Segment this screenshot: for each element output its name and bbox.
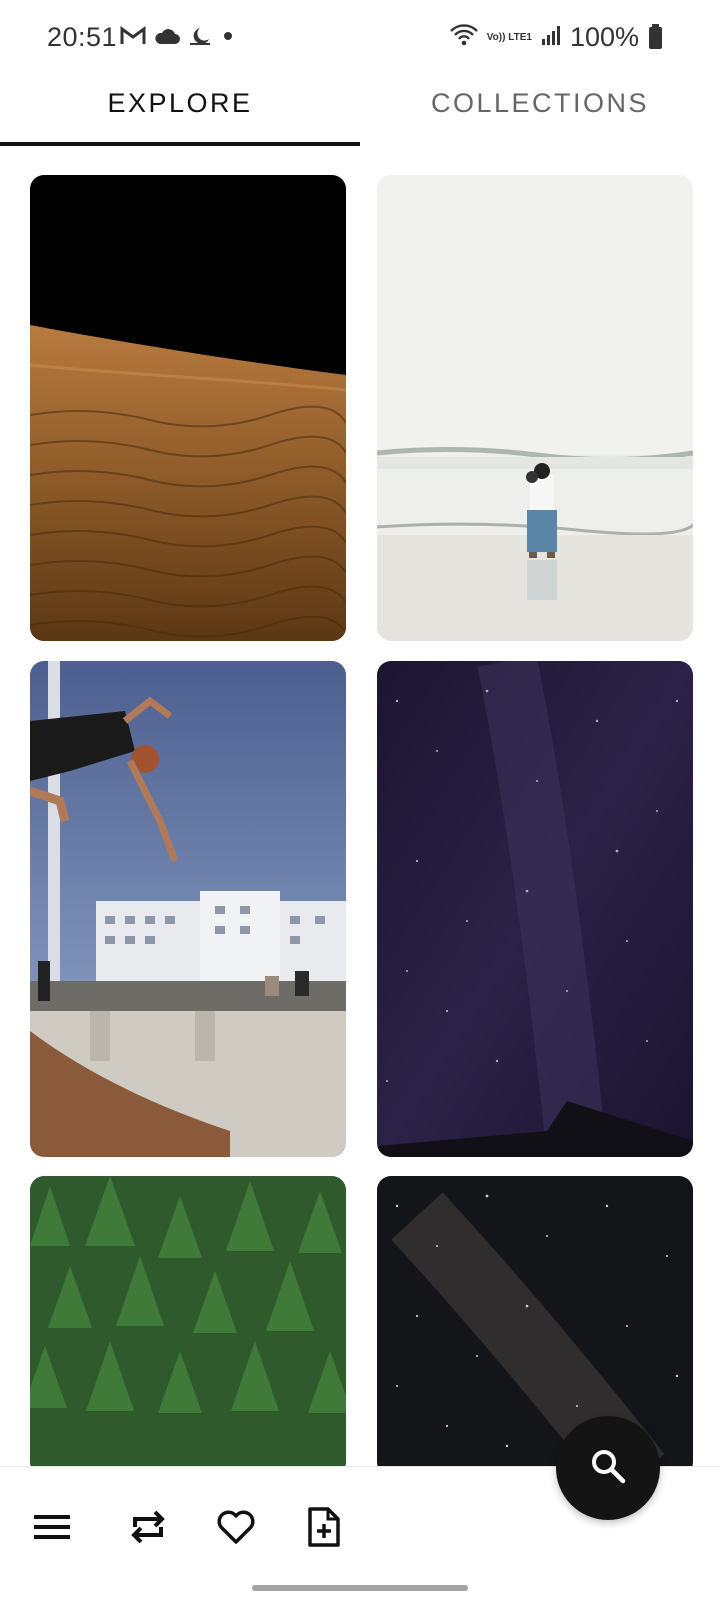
night-sky-stars-photo[interactable] [377,661,693,1157]
beach-parent-child-photo[interactable] [377,175,693,641]
search-icon [588,1446,628,1491]
status-time: 20:51 [47,22,118,52]
gmail-icon [120,26,146,51]
milky-way-photo[interactable] [377,1176,693,1466]
repeat-icon[interactable] [122,1501,174,1553]
home-indicator[interactable] [252,1585,468,1591]
desert-dunes-photo[interactable] [30,175,346,641]
heart-icon[interactable] [210,1501,262,1553]
dot-icon [220,28,236,49]
notification-icons [120,26,236,51]
night-mode-icon [188,26,212,51]
photo-grid [0,148,720,1466]
status-bar: 20:51 Vo)) LTE1 100% [0,0,720,80]
tab-explore[interactable]: EXPLORE [0,80,360,146]
menu-icon[interactable] [26,1501,78,1553]
battery-level: 100% [569,22,639,52]
wifi-icon [449,23,479,52]
signal-icon [540,24,562,51]
battery-icon [649,23,662,49]
add-file-icon[interactable] [298,1501,350,1553]
green-forest-photo[interactable] [30,1176,346,1466]
search-fab-button[interactable] [556,1416,660,1520]
tab-bar: EXPLORE COLLECTIONS [0,80,720,148]
tab-indicator [0,142,360,146]
skatepark-jump-photo[interactable] [30,661,346,1157]
lte-icon: Vo)) LTE1 [486,31,532,43]
cloud-icon [154,27,180,50]
system-icons: Vo)) LTE1 100% [449,22,662,53]
tab-collections[interactable]: COLLECTIONS [360,80,720,146]
